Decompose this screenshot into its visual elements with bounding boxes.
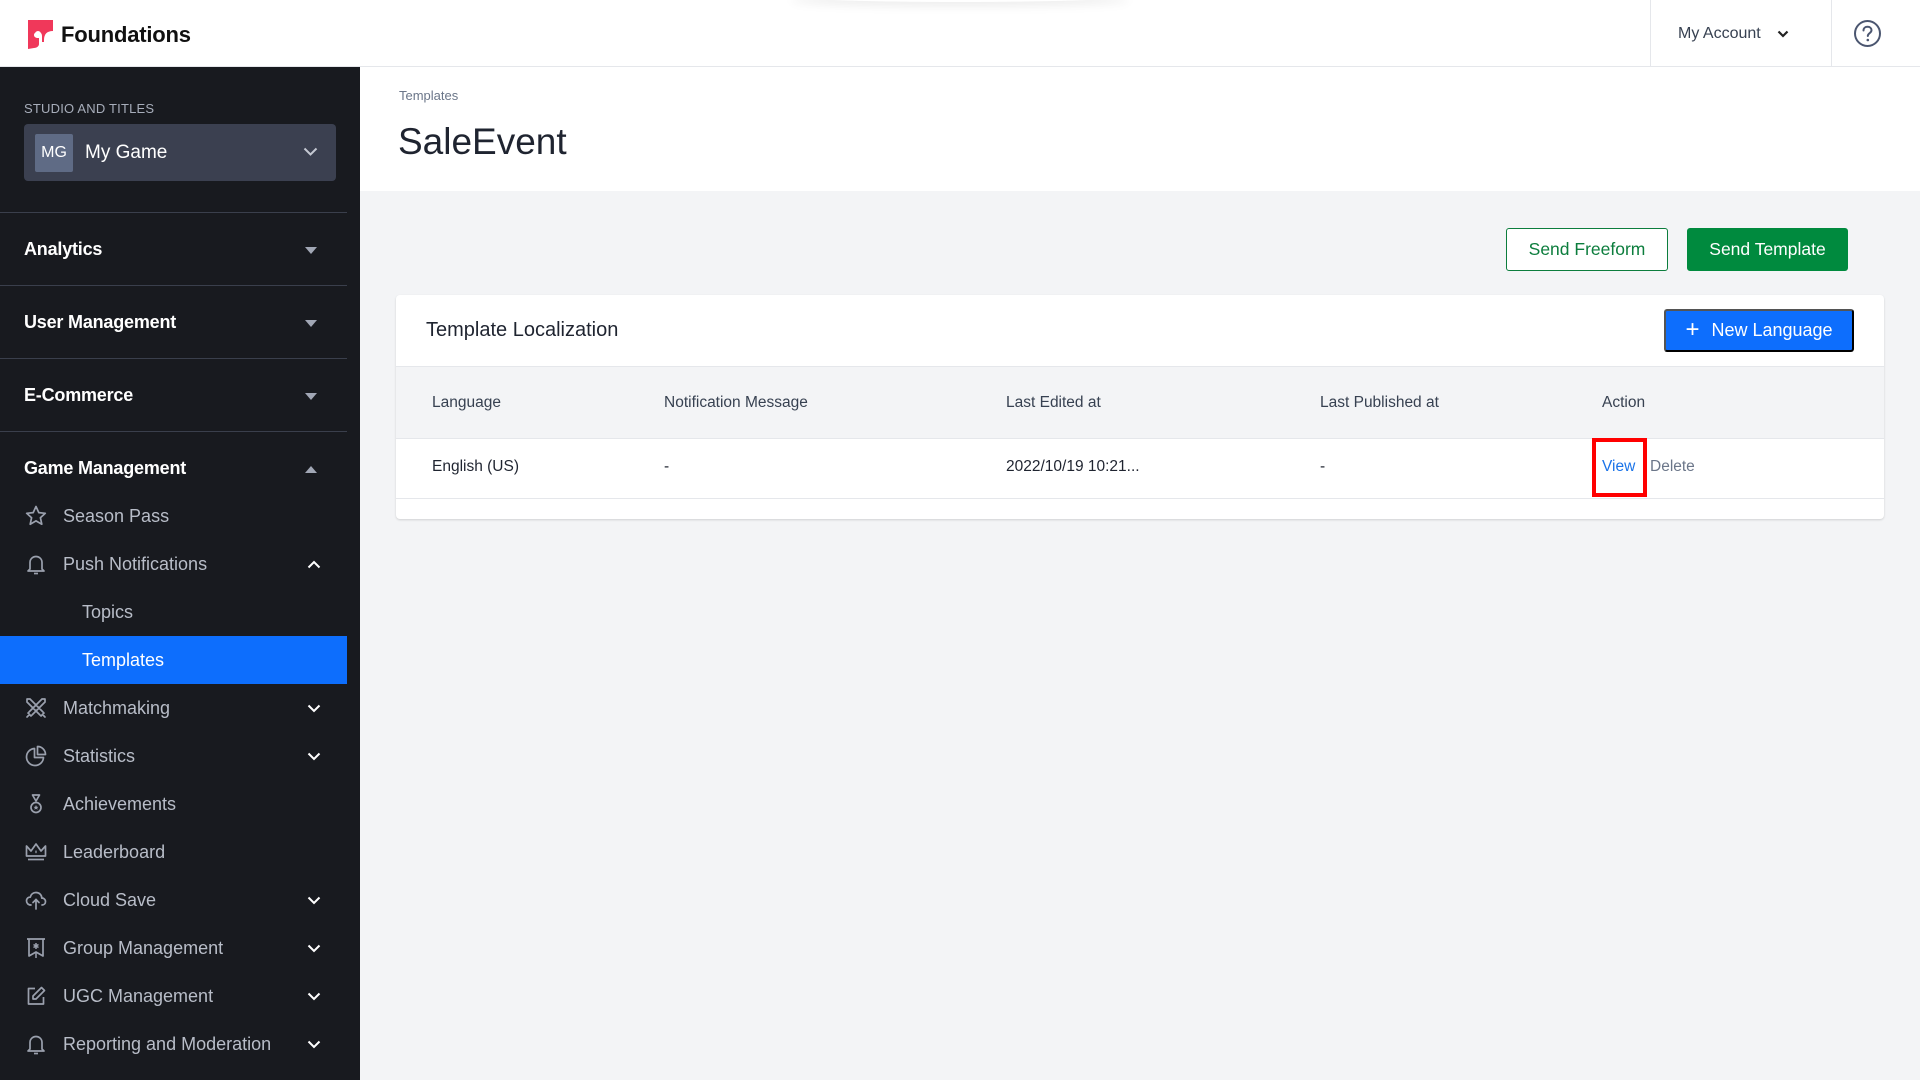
page-header: Templates SaleEvent [360,67,1920,191]
column-header-notification-message: Notification Message [664,394,808,411]
caret-up-icon [305,466,317,473]
nav-label: Templates [82,649,165,670]
plus-icon: + [1685,315,1700,343]
nav-label: Statistics [63,745,136,766]
sidebar-item-group-management[interactable]: Group Management [0,924,347,972]
sidebar-item-leaderboard[interactable]: Leaderboard [0,828,347,876]
sidebar-item-cloud-save[interactable]: Cloud Save [0,876,347,924]
section-label: User Management [24,311,177,332]
breadcrumb-templates[interactable]: Templates [399,88,458,103]
chevron-down-icon [307,944,321,953]
table-row: English (US) - 2022/10/19 10:21... - Vie… [396,439,1884,499]
studio-selector[interactable]: MG My Game [24,124,336,181]
sidebar-item-season-pass[interactable]: Season Pass [0,492,347,540]
nav-label: UGC Management [63,985,214,1006]
top-bar: Foundations My Account [0,0,1920,67]
chevron-down-icon [303,147,318,156]
studio-name: My Game [85,141,168,163]
edit-icon [27,986,46,1005]
new-language-label: New Language [1711,320,1833,340]
sidebar: STUDIO AND TITLES MG My Game Analytics U… [0,67,360,1080]
help-circle-icon[interactable] [1853,19,1882,48]
nav-label: Season Pass [63,505,170,526]
sidebar-item-topics[interactable]: Topics [0,588,347,636]
nav-label: Reporting and Moderation [63,1033,272,1054]
delete-link[interactable]: Delete [1650,458,1695,476]
send-template-button[interactable]: Send Template [1687,228,1848,271]
account-label: My Account [1678,24,1761,42]
studio-label: STUDIO AND TITLES [24,101,155,116]
column-header-last-edited: Last Edited at [1006,394,1101,411]
brand-logo[interactable]: Foundations [28,20,191,49]
nav-label: Group Management [63,937,224,958]
my-account-menu[interactable]: My Account [1650,0,1832,67]
column-header-action: Action [1602,394,1646,411]
cloud-upload-icon [25,891,47,910]
page-title: SaleEvent [398,121,567,162]
view-link[interactable]: View [1602,458,1635,476]
template-localization-card: Template Localization + New Language Lan… [396,295,1884,519]
cell-notification-message: - [664,458,670,475]
bell-icon [27,555,45,575]
column-header-last-published: Last Published at [1320,394,1439,411]
chevron-down-icon [1777,30,1788,38]
sidebar-item-matchmaking[interactable]: Matchmaking [0,684,347,732]
sidebar-item-achievements[interactable]: Achievements [0,780,347,828]
nav-label: Achievements [63,793,177,814]
sidebar-item-templates[interactable]: Templates [0,636,347,684]
sidebar-item-reporting-and-moderation[interactable]: Reporting and Moderation [0,1020,347,1068]
cell-last-edited: 2022/10/19 10:21... [1006,458,1140,475]
foundations-logo-icon [28,20,53,49]
sidebar-item-push-notifications[interactable]: Push Notifications [0,540,347,588]
table-header: Language Notification Message Last Edite… [396,366,1884,439]
section-label: Game Management [24,457,187,478]
caret-down-icon [305,247,317,254]
cell-language: English (US) [432,458,519,475]
sidebar-section-user-management[interactable]: User Management [0,285,347,358]
brand-name: Foundations [61,21,191,47]
chevron-down-icon [307,752,321,761]
studio-avatar: MG [35,133,73,172]
crown-icon [25,843,47,861]
banner-icon [27,938,45,958]
chevron-down-icon [307,896,321,905]
column-header-language: Language [432,394,501,411]
star-icon [25,505,47,526]
caret-down-icon [305,320,317,327]
pie-chart-icon [25,745,47,767]
sidebar-section-analytics[interactable]: Analytics [0,212,347,285]
sidebar-item-statistics[interactable]: Statistics [0,732,347,780]
section-label: E-Commerce [24,384,134,405]
bell-icon [27,1035,45,1055]
top-shadow [790,0,1130,2]
sidebar-item-ugc-management[interactable]: UGC Management [0,972,347,1020]
caret-down-icon [305,393,317,400]
chevron-down-icon [307,704,321,713]
send-freeform-button[interactable]: Send Freeform [1506,228,1668,271]
nav-label: Leaderboard [63,841,166,862]
cell-last-published: - [1320,458,1326,475]
crossed-swords-icon [26,698,46,718]
chevron-down-icon [307,992,321,1001]
chevron-down-icon [307,1040,321,1049]
nav-label: Cloud Save [63,889,157,910]
medal-icon [30,794,42,814]
card-title: Template Localization [426,319,619,341]
new-language-button[interactable]: + New Language [1664,309,1854,352]
section-label: Analytics [24,238,103,259]
chevron-up-icon [307,560,321,569]
sidebar-section-e-commerce[interactable]: E-Commerce [0,358,347,431]
nav-label: Matchmaking [63,697,171,718]
nav-label: Push Notifications [63,553,208,574]
nav-label: Topics [82,601,134,622]
